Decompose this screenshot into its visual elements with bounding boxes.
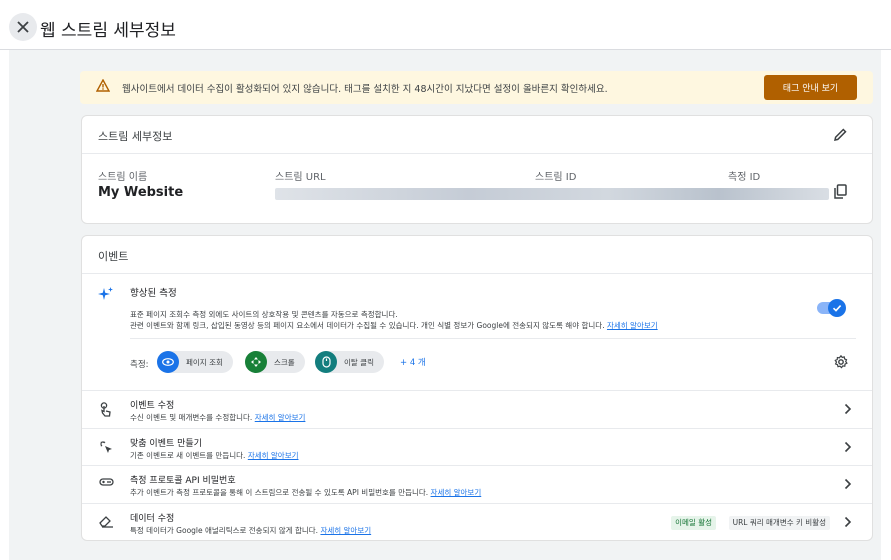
eraser-icon (99, 515, 113, 528)
row-desc: 추가 이벤트가 측정 프로토콜을 통해 이 스트림으로 전송될 수 있도록 AP… (130, 487, 481, 498)
row-desc: 특정 데이터가 Google 애널리틱스로 전송되지 않게 합니다. 자세히 알… (130, 525, 371, 536)
chevron-right-icon (844, 478, 852, 490)
divider (130, 338, 856, 339)
measurement-id-label: 측정 ID (728, 172, 761, 183)
banner-text: 웹사이트에서 데이터 수집이 활성화되어 있지 않습니다. 태그를 설치한 지 … (122, 84, 608, 95)
row-desc-text: 추가 이벤트가 측정 프로토콜을 통해 이 스트림으로 전송될 수 있도록 AP… (130, 488, 429, 497)
learn-more-link[interactable]: 자세히 알아보기 (320, 526, 371, 535)
row-desc: 기존 이벤트로 새 이벤트를 만듭니다. 자세히 알아보기 (130, 450, 299, 461)
stream-url-label: 스트림 URL (275, 172, 326, 183)
gear-icon[interactable] (834, 355, 848, 369)
check-icon (832, 305, 842, 312)
url-query-inactive-badge: URL 쿼리 매개변수 키 비활성 (728, 515, 830, 530)
row-title: 데이터 수정 (130, 513, 175, 524)
close-button[interactable] (9, 13, 37, 41)
events-card: 이벤트 향상된 측정 표준 페이지 조회수 측정 외에도 사이트의 상호작용 및… (81, 235, 873, 541)
enhanced-measurement-section: 향상된 측정 표준 페이지 조회수 측정 외에도 사이트의 상호작용 및 콘텐츠… (82, 274, 872, 391)
row-desc: 수신 이벤트 및 매개변수를 수정합니다. 자세히 알아보기 (130, 412, 305, 423)
row-title: 이벤트 수정 (130, 401, 175, 411)
sparkle-click-icon (100, 440, 112, 453)
enhanced-measurement-desc-2: 관련 이벤트와 함께 링크, 삽입된 동영상 등의 페이지 요소에서 데이터가 … (130, 320, 658, 331)
eye-icon (157, 351, 179, 373)
close-icon (17, 21, 29, 33)
chip-page-view[interactable]: 페이지 조회 (157, 351, 233, 373)
row-desc-text: 기존 이벤트로 새 이벤트를 만듭니다. (130, 450, 246, 460)
row-desc-text: 특정 데이터가 Google 애널리틱스로 전송되지 않게 합니다. (130, 525, 319, 535)
chip-label: 이탈 클릭 (344, 357, 374, 367)
chip-label: 스크롤 (274, 357, 295, 367)
stream-id-label: 스트림 ID (535, 172, 577, 183)
view-tag-instructions-button[interactable]: 태그 안내 보기 (764, 75, 857, 100)
edit-icon[interactable] (834, 128, 847, 141)
learn-more-link[interactable]: 자세히 알아보기 (607, 321, 658, 330)
row-title: 맞춤 이벤트 만들기 (130, 438, 202, 449)
mouse-icon (315, 351, 337, 373)
enhanced-measurement-toggle[interactable] (817, 299, 846, 317)
chevron-right-icon (844, 516, 852, 527)
event-row-api-secret[interactable]: 측정 프로토콜 API 비밀번호 추가 이벤트가 측정 프로토콜을 통해 이 스… (82, 466, 872, 504)
top-bar: 웹 스트림 세부정보 (0, 0, 891, 50)
chip-scroll[interactable]: 스크롤 (245, 351, 305, 373)
stream-details-card: 스트림 세부정보 스트림 이름 스트림 URL 스트림 ID 측정 ID My … (81, 115, 873, 224)
event-row-create[interactable]: 맞춤 이벤트 만들기 기존 이벤트로 새 이벤트를 만듭니다. 자세히 알아보기 (82, 429, 872, 466)
row-desc-text: 수신 이벤트 및 매개변수를 수정합니다. (130, 413, 253, 422)
learn-more-link[interactable]: 자세히 알아보기 (248, 451, 299, 460)
redacted-values (275, 188, 829, 200)
stream-details-title: 스트림 세부정보 (98, 130, 173, 143)
events-header: 이벤트 (82, 236, 872, 274)
page-title: 웹 스트림 세부정보 (40, 21, 176, 41)
sparkle-icon (98, 287, 113, 300)
chip-outbound-click[interactable]: 이탈 클릭 (315, 351, 384, 373)
key-icon (99, 478, 114, 486)
stream-name-label: 스트림 이름 (98, 172, 148, 183)
email-active-badge: 이메일 활성 (671, 515, 716, 530)
learn-more-link[interactable]: 자세히 알아보기 (431, 488, 482, 497)
scroll-icon (245, 351, 267, 373)
event-row-modify[interactable]: 이벤트 수정 수신 이벤트 및 매개변수를 수정합니다. 자세히 알아보기 (82, 391, 872, 429)
warning-icon (96, 79, 110, 92)
event-row-data-redaction[interactable]: 데이터 수정 특정 데이터가 Google 애널리틱스로 전송되지 않게 합니다… (82, 504, 872, 542)
events-title: 이벤트 (98, 250, 129, 263)
desc-2-text: 관련 이벤트와 함께 링크, 삽입된 동영상 등의 페이지 요소에서 데이터가 … (130, 321, 605, 330)
warning-banner: 웹사이트에서 데이터 수집이 활성화되어 있지 않습니다. 태그를 설치한 지 … (80, 71, 873, 104)
touch-icon (100, 402, 111, 417)
enhanced-measurement-desc-1: 표준 페이지 조회수 측정 외에도 사이트의 상호작용 및 콘텐츠를 자동으로 … (130, 310, 398, 319)
toggle-knob (828, 299, 846, 317)
more-chips-link[interactable]: + 4 개 (400, 356, 426, 368)
learn-more-link[interactable]: 자세히 알아보기 (255, 413, 306, 422)
enhanced-measurement-title: 향상된 측정 (130, 288, 177, 299)
chevron-right-icon (844, 441, 852, 452)
copy-icon[interactable] (834, 184, 847, 199)
stream-name-value: My Website (98, 185, 184, 200)
stream-details-header: 스트림 세부정보 (82, 116, 872, 154)
chevron-right-icon (844, 403, 852, 415)
chip-label: 페이지 조회 (186, 357, 223, 367)
measure-label: 측정: (130, 360, 149, 370)
row-title: 측정 프로토콜 API 비밀번호 (130, 476, 236, 486)
